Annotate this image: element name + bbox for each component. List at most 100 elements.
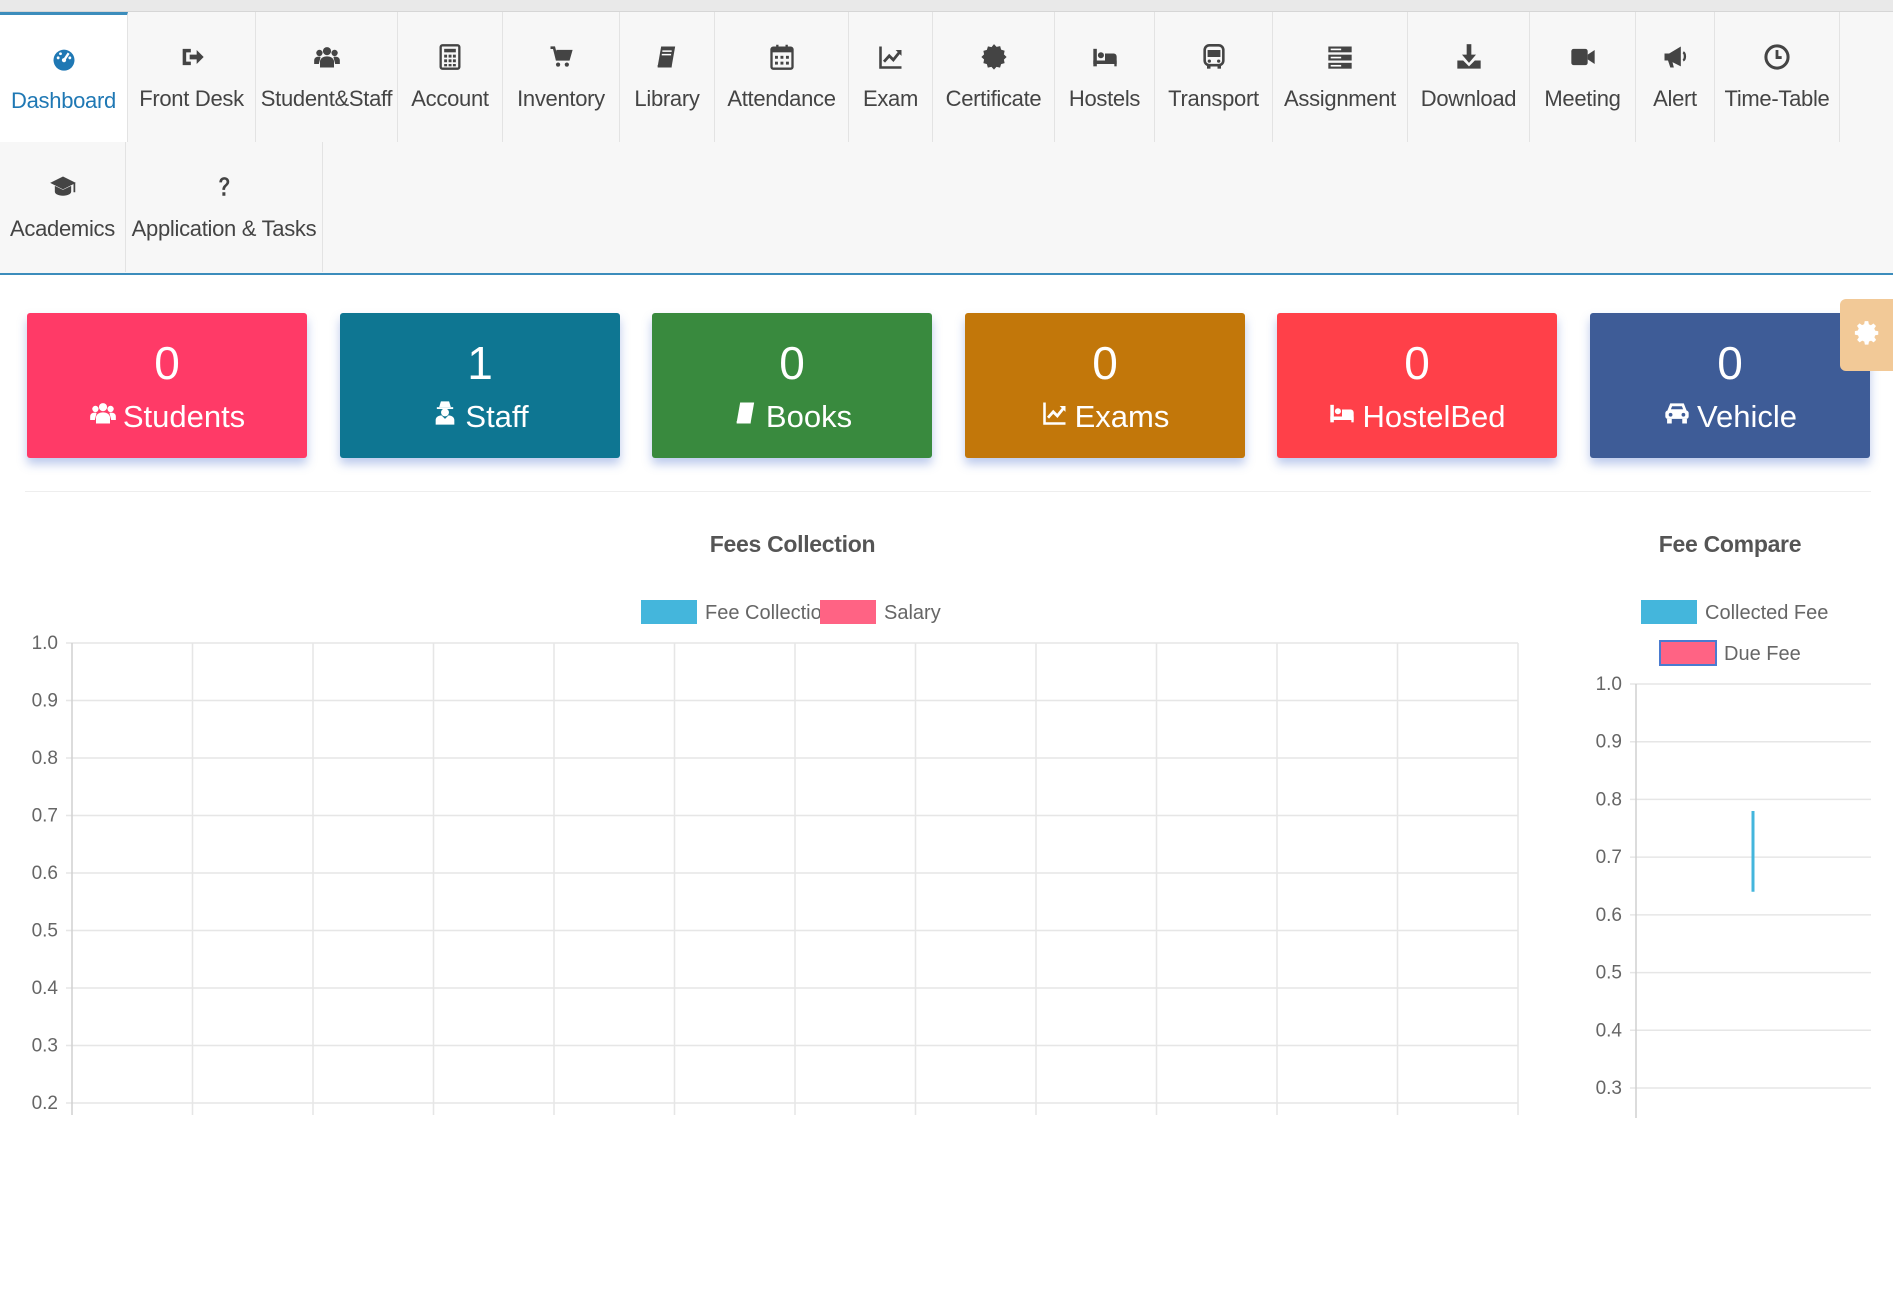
fee-compare-title: Fee Compare xyxy=(1658,531,1802,557)
stat-label-row: HostelBed xyxy=(1328,398,1506,435)
stat-value: 0 xyxy=(1092,336,1118,389)
nav-item-label: Exam xyxy=(862,86,919,111)
nav-item-label: Assignment xyxy=(1284,86,1396,111)
legend-label: Due Fee xyxy=(1724,643,1801,665)
nav-item-library[interactable]: Library xyxy=(620,12,715,142)
legend-label: Collected Fee xyxy=(1705,602,1828,624)
cart-icon xyxy=(546,42,576,72)
stat-card-students[interactable]: 0 Students xyxy=(27,313,307,458)
download-icon xyxy=(1454,42,1484,72)
nav-item-hostels[interactable]: Hostels xyxy=(1055,12,1155,142)
nav-item-time-table[interactable]: Time-Table xyxy=(1715,12,1840,142)
stat-card-exams[interactable]: 0 Exams xyxy=(965,313,1245,458)
y-tick-label: 0.4 xyxy=(32,978,59,999)
stat-card-vehicle[interactable]: 0 Vehicle xyxy=(1590,313,1870,458)
y-tick-label: 0.8 xyxy=(1596,789,1622,810)
fees-collection-chart: 1.0 0.9 0.8 0.7 0.6 0.5 0.4 0.3 0.2 Fee Collectio… xyxy=(32,600,1519,1115)
nav-item-front-desk[interactable]: Front Desk xyxy=(128,12,256,142)
nav-item-academics[interactable]: Academics xyxy=(0,142,126,272)
stat-label: HostelBed xyxy=(1362,398,1506,434)
nav-item-alert[interactable]: Alert xyxy=(1636,12,1715,142)
y-tick-label: 0.2 xyxy=(32,1093,58,1114)
nav-item-inventory[interactable]: Inventory xyxy=(503,12,620,142)
nav-item-dashboard[interactable]: Dashboard xyxy=(0,12,128,142)
users-icon xyxy=(89,399,123,435)
nav-item-certificate[interactable]: Certificate xyxy=(933,12,1055,142)
y-tick-label: 0.5 xyxy=(32,921,58,942)
stat-label-row: Books xyxy=(732,399,852,435)
nav-item-account[interactable]: Account xyxy=(398,12,503,142)
nav-item-label: Transport xyxy=(1168,86,1259,111)
nav-item-label: Account xyxy=(411,86,489,111)
server-icon xyxy=(1325,42,1355,72)
settings-toggle[interactable] xyxy=(1840,299,1893,371)
nav-item-label: Alert xyxy=(1653,86,1697,111)
y-tick-label: 0.8 xyxy=(32,748,58,769)
nav-item-label: Dashboard xyxy=(11,87,116,113)
legend-swatch xyxy=(820,600,876,624)
nav-item-download[interactable]: Download xyxy=(1408,12,1530,142)
video-icon xyxy=(1568,42,1598,72)
nav-item-assignment[interactable]: Assignment xyxy=(1273,12,1408,142)
calculator-icon xyxy=(435,42,465,72)
nav-item-label: Attendance xyxy=(727,86,836,111)
question-icon xyxy=(209,172,239,202)
legend-swatch xyxy=(1659,640,1717,666)
stat-label-row: Exams xyxy=(1041,398,1170,435)
car-icon xyxy=(1663,399,1697,435)
stat-card-hostelbed[interactable]: 0 HostelBed xyxy=(1277,313,1557,458)
stat-label-row: Vehicle xyxy=(1663,399,1797,435)
nav-row-primary: Dashboard Front Desk Student&Staff Account I… xyxy=(0,12,1840,142)
nav-item-label: Student&Staff xyxy=(260,86,393,111)
nav-item-label: Front Desk xyxy=(139,86,244,111)
nav-item-label: Hostels xyxy=(1068,86,1141,111)
y-tick-label: 0.4 xyxy=(1596,1020,1623,1041)
y-tick-label: 0.7 xyxy=(32,806,58,827)
book-icon xyxy=(732,399,766,435)
stat-label: Exams xyxy=(1074,398,1170,434)
bus-icon xyxy=(1199,42,1229,72)
nav-item-application-tasks[interactable]: Application & Tasks xyxy=(126,142,323,272)
nav-item-label: Download xyxy=(1420,86,1517,111)
stat-label: Students xyxy=(122,398,246,434)
nav-item-student-staff[interactable]: Student&Staff xyxy=(256,12,398,142)
nav-item-transport[interactable]: Transport xyxy=(1155,12,1273,142)
legend-label: Fee Collection xyxy=(705,602,833,624)
nav-item-label: Inventory xyxy=(517,86,605,111)
y-tick-label: 1.0 xyxy=(32,633,58,654)
nav-item-label: Library xyxy=(634,86,700,111)
y-tick-label: 0.6 xyxy=(1596,905,1622,926)
legend-swatch xyxy=(1641,600,1697,624)
dashboard-icon xyxy=(49,44,79,74)
nav-item-label: Meeting xyxy=(1544,86,1621,111)
clock-icon xyxy=(1762,42,1792,72)
fee-compare-chart: 1.0 0.9 0.8 0.7 0.6 0.5 0.4 0.3 Collected Fee Due… xyxy=(1596,600,1871,1118)
y-tick-label: 0.3 xyxy=(1596,1078,1622,1099)
bullhorn-icon xyxy=(1660,42,1690,72)
stat-label: Books xyxy=(765,398,853,434)
stat-card-books[interactable]: 0 Books xyxy=(652,313,932,458)
fees-collection-title: Fees Collection xyxy=(709,531,876,557)
nav-item-label: Application & Tasks xyxy=(131,216,317,241)
sign-out-icon xyxy=(177,42,207,72)
browser-top-strip xyxy=(0,0,1893,12)
stat-value: 1 xyxy=(467,336,493,389)
stat-card-staff[interactable]: 1 Staff xyxy=(340,313,620,458)
stat-value: 0 xyxy=(1404,336,1430,389)
line-chart-icon xyxy=(876,42,906,72)
stat-value: 0 xyxy=(1717,336,1743,389)
users-icon xyxy=(312,42,342,72)
main-navigation: Dashboard Front Desk Student&Staff Account I… xyxy=(0,12,1893,275)
y-tick-label: 0.3 xyxy=(32,1036,58,1057)
stat-label-row: Staff xyxy=(431,399,529,435)
legend-swatch xyxy=(641,600,697,624)
gear-icon xyxy=(1852,318,1882,353)
nav-item-exam[interactable]: Exam xyxy=(849,12,933,142)
nav-row-secondary: Academics Application & Tasks xyxy=(0,142,323,272)
nav-item-attendance[interactable]: Attendance xyxy=(715,12,849,142)
nav-item-meeting[interactable]: Meeting xyxy=(1530,12,1636,142)
nav-item-label: Certificate xyxy=(945,86,1042,111)
line-chart-icon xyxy=(1041,399,1075,435)
section-divider xyxy=(25,491,1871,492)
calendar-icon xyxy=(767,42,797,72)
